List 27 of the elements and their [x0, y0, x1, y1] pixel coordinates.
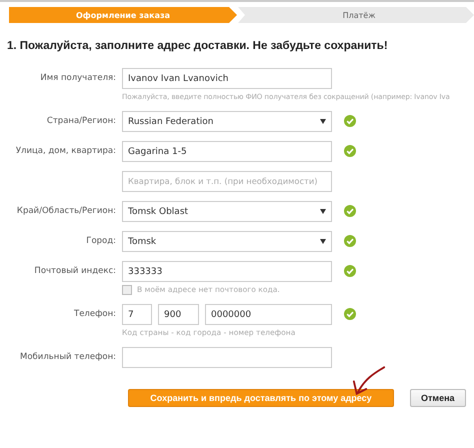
field-label: Край/Область/Регион:	[16, 205, 117, 218]
phone-field[interactable]: 0000000	[205, 304, 332, 325]
dropdown[interactable]: Tomsk Oblast	[122, 201, 332, 222]
step-tab[interactable]: Платёж	[238, 7, 474, 23]
field-label: Улица, дом, квартира:	[14, 145, 117, 158]
field-label: Страна/Регион:	[46, 115, 117, 128]
field-label: Мобильный телефон:	[19, 351, 117, 364]
caret-icon	[320, 239, 326, 244]
caret-icon	[320, 209, 326, 214]
text-field[interactable]: Квартира, блок и т.п. (при необходимости)	[122, 171, 332, 192]
caret-icon	[320, 119, 326, 124]
text-field[interactable]: Ivanov Ivan Lvanovich	[122, 68, 332, 89]
phone-field[interactable]: 900	[158, 304, 199, 325]
checkbox[interactable]	[122, 285, 132, 295]
field-label: Имя получателя:	[39, 72, 117, 85]
dropdown[interactable]: Russian Federation	[122, 111, 332, 132]
field-label: Почтовый индекс:	[33, 265, 117, 278]
text-field[interactable]: 333333	[122, 261, 332, 282]
text-field[interactable]	[122, 347, 332, 368]
hand-drawn-arrow	[352, 364, 386, 397]
cancel-button[interactable]: Отмена	[410, 389, 466, 407]
text-field[interactable]: Gagarina 1-5	[122, 141, 332, 162]
field-label: Город:	[85, 235, 117, 248]
section-heading: 1. Пожалуйста, заполните адрес доставки. Не забудьте сохранить!	[7, 40, 389, 52]
dropdown[interactable]: Tomsk	[122, 231, 332, 252]
field-label: Телефон:	[73, 308, 117, 321]
phone-field[interactable]: 7	[122, 304, 152, 325]
